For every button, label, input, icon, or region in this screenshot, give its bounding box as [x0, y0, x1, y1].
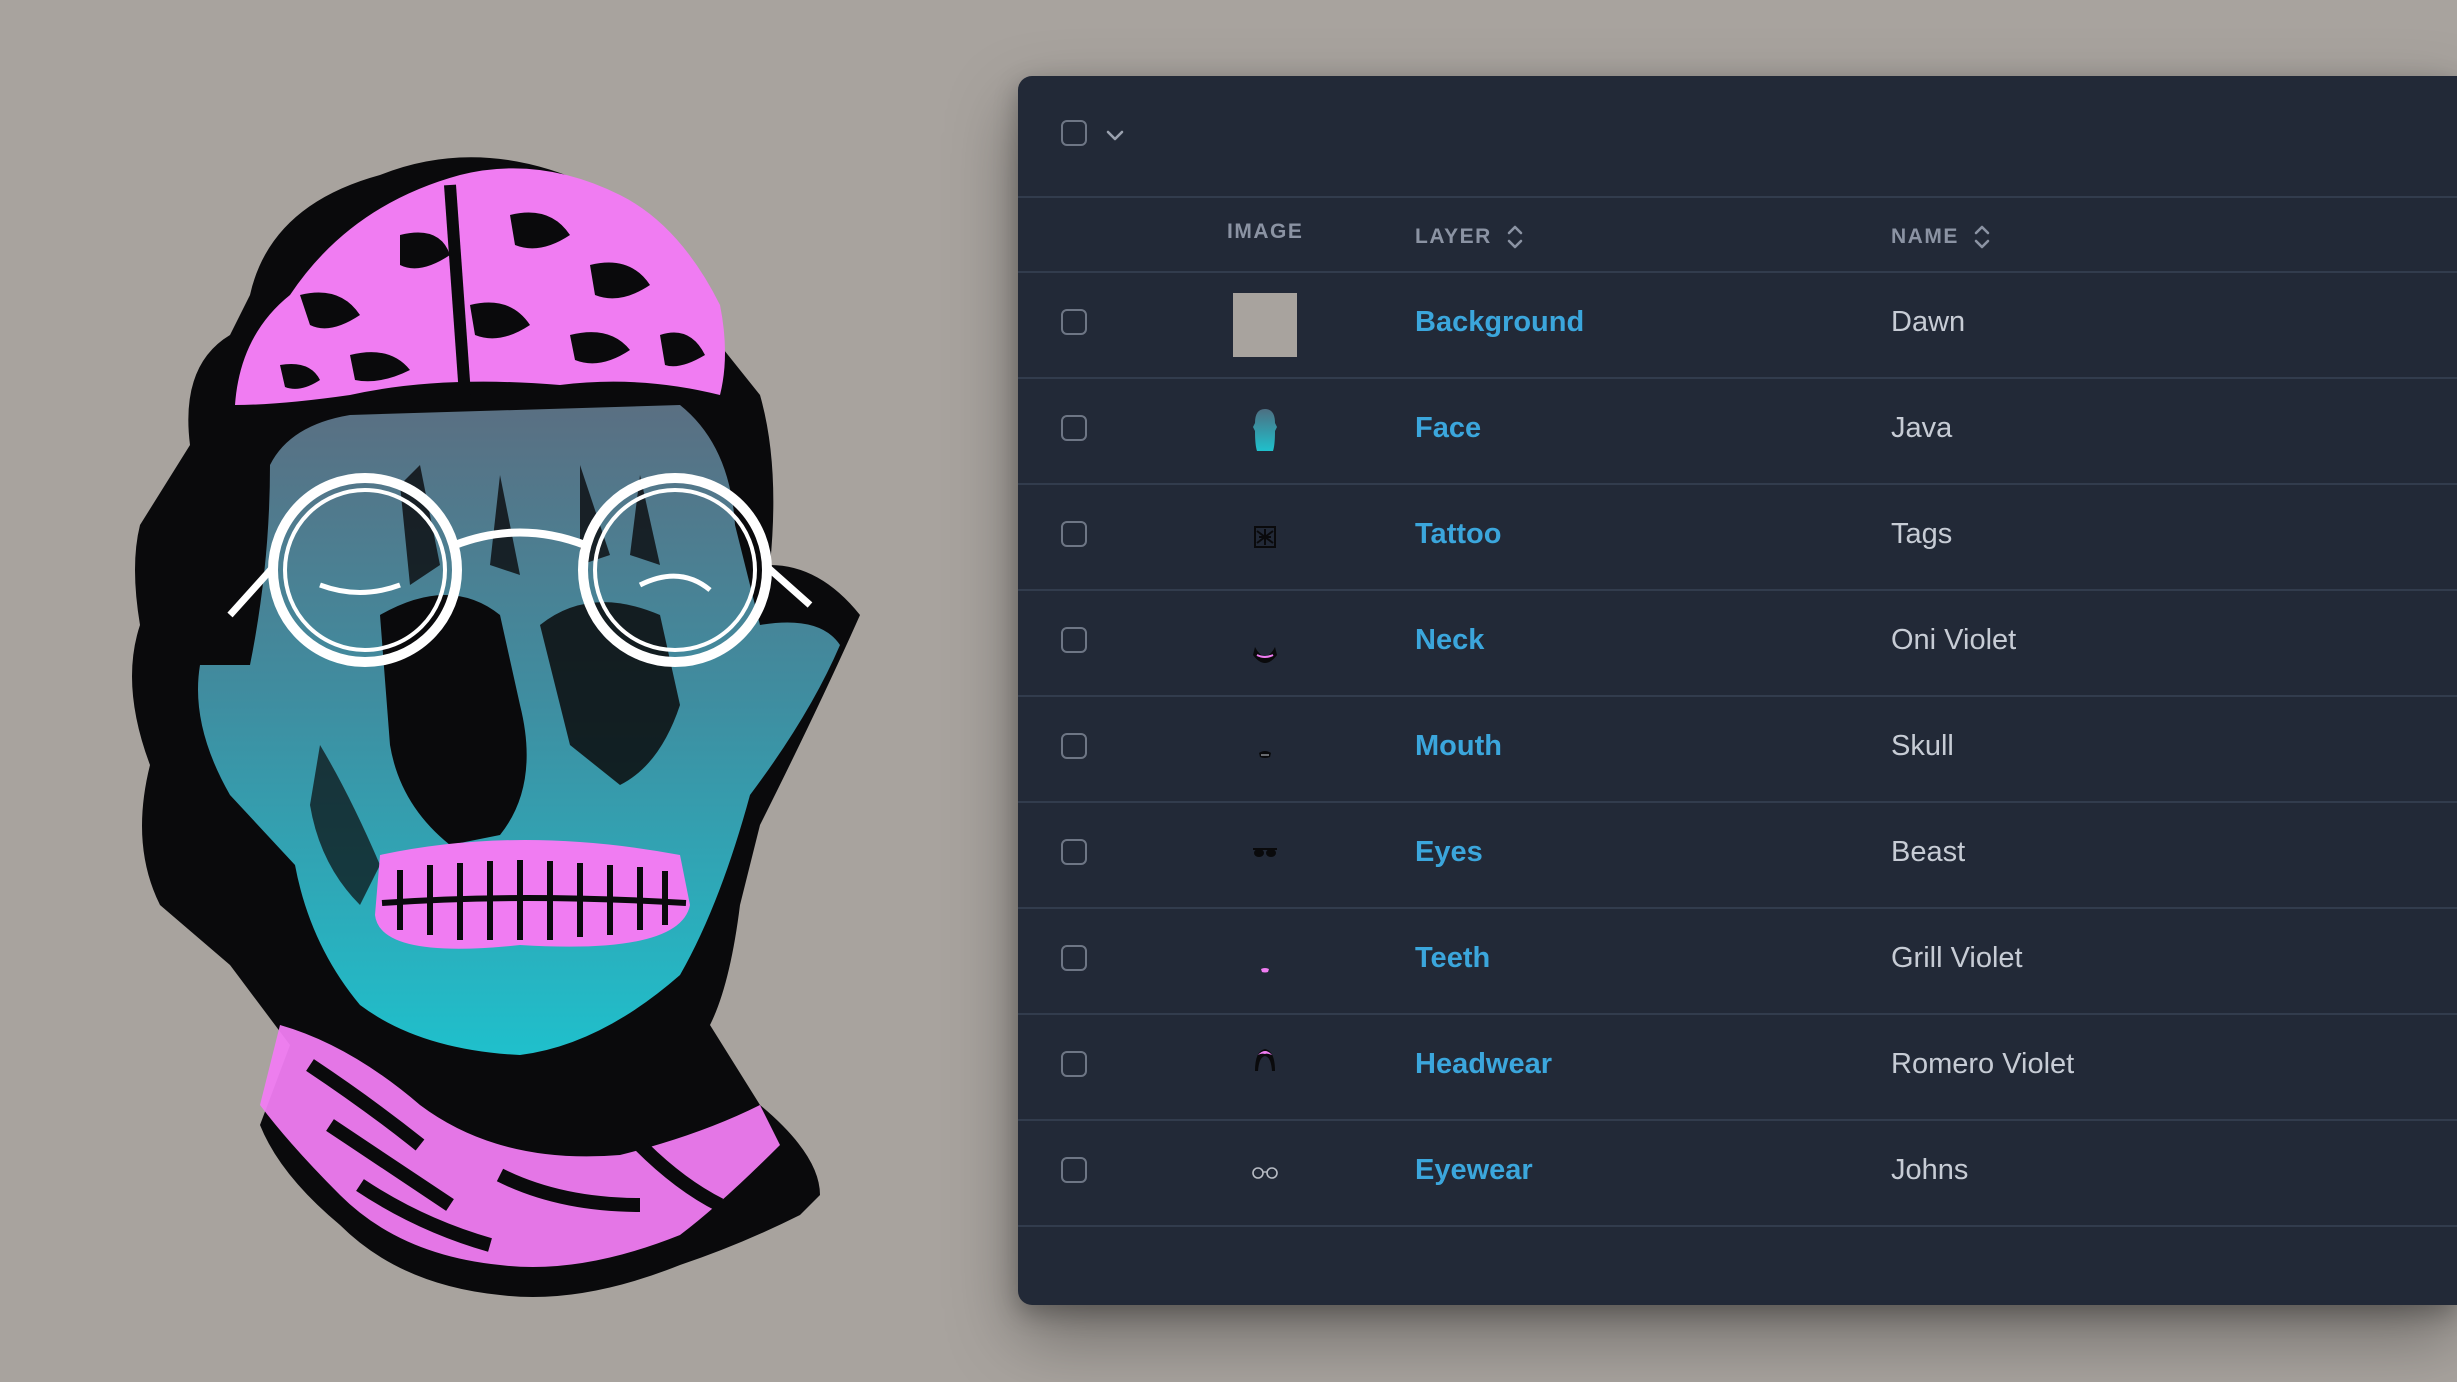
- headwear-thumb-icon: [1255, 1049, 1275, 1071]
- layer-thumbnail: [1233, 399, 1297, 463]
- table-toolbar: [1018, 76, 2457, 198]
- trait-name: Grill Violet: [1891, 942, 2023, 974]
- row-checkbox[interactable]: [1061, 1157, 1087, 1183]
- row-checkbox[interactable]: [1061, 521, 1087, 547]
- table-row[interactable]: Face Java: [1018, 379, 2457, 485]
- layer-thumbnail: [1233, 1035, 1297, 1099]
- trait-name: Dawn: [1891, 306, 1966, 338]
- layer-link[interactable]: Eyewear: [1415, 1154, 1533, 1187]
- tattoo-thumb-icon: [1254, 526, 1276, 548]
- row-checkbox[interactable]: [1061, 733, 1087, 759]
- row-checkbox[interactable]: [1061, 1051, 1087, 1077]
- head-illustration: [132, 157, 860, 1298]
- row-checkbox[interactable]: [1061, 309, 1087, 335]
- trait-name: Oni Violet: [1891, 624, 2017, 656]
- trait-name: Java: [1891, 412, 1953, 444]
- layer-link[interactable]: Tattoo: [1415, 518, 1501, 551]
- row-checkbox[interactable]: [1061, 627, 1087, 653]
- layer-thumbnail: [1233, 611, 1297, 675]
- layer-link[interactable]: Face: [1415, 412, 1481, 445]
- chevron-down-icon[interactable]: [1100, 120, 1130, 150]
- layer-thumbnail: [1233, 505, 1297, 569]
- eyes-thumb-icon: [1253, 848, 1277, 857]
- face-thumb-icon: [1253, 409, 1277, 451]
- trait-name: Johns: [1891, 1154, 1969, 1186]
- layer-thumbnail: [1233, 929, 1297, 993]
- trait-name: Beast: [1891, 836, 1966, 868]
- layer-link[interactable]: Eyes: [1415, 836, 1483, 869]
- layer-thumbnail: [1233, 823, 1297, 887]
- table-row[interactable]: Eyewear Johns: [1018, 1121, 2457, 1227]
- table-row[interactable]: Neck Oni Violet: [1018, 591, 2457, 697]
- row-checkbox[interactable]: [1061, 839, 1087, 865]
- table-header: IMAGE LAYER NAME: [1018, 198, 2457, 273]
- layer-link[interactable]: Headwear: [1415, 1048, 1552, 1081]
- row-checkbox[interactable]: [1061, 945, 1087, 971]
- teeth-thumb-icon: [1261, 968, 1269, 973]
- layer-link[interactable]: Teeth: [1415, 942, 1490, 975]
- sort-icon[interactable]: [1504, 220, 1526, 254]
- layer-thumbnail: [1233, 1141, 1297, 1205]
- composite-artwork: [120, 145, 900, 1305]
- trait-name: Romero Violet: [1891, 1048, 2075, 1080]
- sort-icon[interactable]: [1971, 220, 1993, 254]
- table-row[interactable]: Mouth Skull: [1018, 697, 2457, 803]
- column-header-layer-label: LAYER: [1415, 225, 1492, 248]
- mouth-thumb-icon: [1259, 751, 1271, 758]
- column-header-name[interactable]: NAME: [1891, 220, 1993, 254]
- table-row[interactable]: Teeth Grill Violet: [1018, 909, 2457, 1015]
- stage: IMAGE LAYER NAME Background Dawn Face Ja…: [0, 0, 2457, 1382]
- trait-name: Skull: [1891, 730, 1954, 762]
- table-row[interactable]: Tattoo Tags: [1018, 485, 2457, 591]
- layer-link[interactable]: Neck: [1415, 624, 1484, 657]
- layers-panel: IMAGE LAYER NAME Background Dawn Face Ja…: [1018, 76, 2457, 1305]
- table-row[interactable]: Background Dawn: [1018, 273, 2457, 379]
- layer-link[interactable]: Background: [1415, 306, 1584, 339]
- row-checkbox[interactable]: [1061, 415, 1087, 441]
- select-all-checkbox[interactable]: [1061, 120, 1087, 146]
- column-header-layer[interactable]: LAYER: [1415, 220, 1526, 254]
- column-header-image: IMAGE: [1227, 220, 1303, 244]
- layer-link[interactable]: Mouth: [1415, 730, 1502, 763]
- trait-name: Tags: [1891, 518, 1953, 550]
- neck-thumb-icon: [1253, 647, 1277, 663]
- background-swatch-icon: [1233, 293, 1297, 357]
- column-header-name-label: NAME: [1891, 225, 1959, 248]
- layer-thumbnail: [1233, 293, 1297, 357]
- table-row[interactable]: Headwear Romero Violet: [1018, 1015, 2457, 1121]
- table-row[interactable]: Eyes Beast: [1018, 803, 2457, 909]
- column-header-image-label: IMAGE: [1227, 220, 1304, 243]
- layer-thumbnail: [1233, 717, 1297, 781]
- eyewear-thumb-icon: [1252, 1167, 1278, 1179]
